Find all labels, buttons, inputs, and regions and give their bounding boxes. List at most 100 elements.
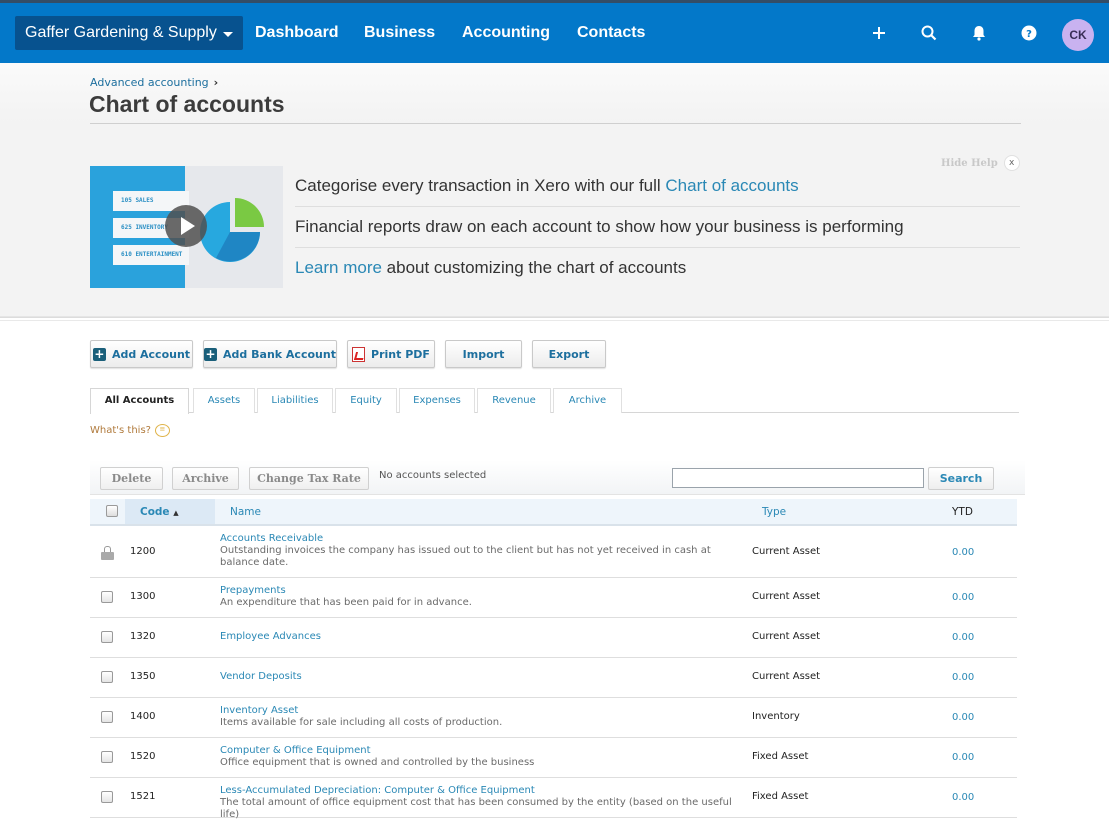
column-header-ytd[interactable]: YTD [952, 499, 973, 524]
account-ytd[interactable]: 0.00 [952, 672, 974, 683]
account-type: Current Asset [752, 631, 821, 642]
account-ytd[interactable]: 0.00 [952, 632, 974, 643]
table-row[interactable]: 1350 Vendor Deposits Current Asset 0.00 [90, 658, 1017, 698]
table-row[interactable]: 1520 Computer & Office Equipment Office eq… [90, 738, 1017, 778]
account-ytd[interactable]: 0.00 [952, 547, 974, 558]
print-pdf-button[interactable]: Print PDF [347, 340, 435, 368]
chart-of-accounts-link[interactable]: Chart of accounts [665, 176, 798, 195]
search-icon[interactable] [917, 21, 941, 45]
pdf-icon [352, 346, 366, 362]
account-name-link[interactable]: Computer & Office Equipment [220, 745, 740, 757]
column-header-name[interactable]: Name [230, 499, 261, 524]
help-video-thumbnail[interactable]: 105 SALES 625 INVENTORY 610 ENTERTAINMEN… [90, 166, 283, 288]
row-checkbox[interactable] [101, 791, 113, 803]
tab-all-accounts[interactable]: All Accounts [90, 388, 189, 414]
delete-button[interactable]: Delete [100, 467, 163, 490]
column-header-code[interactable]: Code ▲ [125, 499, 215, 524]
account-name-link[interactable]: Prepayments [220, 585, 740, 597]
nav-contacts[interactable]: Contacts [577, 3, 645, 63]
account-description: Outstanding invoices the company has iss… [220, 545, 711, 568]
row-checkbox[interactable] [101, 711, 113, 723]
table-row[interactable]: 1300 Prepayments An expenditure that has b… [90, 578, 1017, 618]
tab-equity[interactable]: Equity [335, 388, 397, 413]
video-row-label: 610 ENTERTAINMENT [113, 245, 189, 265]
search-button[interactable]: Search [928, 467, 994, 490]
nav-dashboard[interactable]: Dashboard [255, 3, 339, 63]
help-line-2: Financial reports draw on each account t… [295, 207, 1020, 248]
tab-expenses[interactable]: Expenses [399, 388, 475, 413]
plus-square-icon: + [92, 346, 106, 361]
account-ytd[interactable]: 0.00 [952, 792, 974, 803]
bell-icon[interactable] [967, 21, 991, 45]
whats-this-link[interactable]: What's this? ≡ [90, 424, 170, 437]
search-input[interactable] [672, 468, 924, 488]
table-row[interactable]: 1521 Less-Accumulated Depreciation: Compu… [90, 778, 1017, 821]
account-description: The total amount of office equipment cos… [220, 797, 732, 820]
help-line-3-text: about customizing the chart of accounts [381, 258, 687, 277]
lock-icon [101, 546, 114, 560]
caret-down-icon [222, 31, 233, 37]
account-name-link[interactable]: Employee Advances [220, 631, 740, 643]
add-account-button[interactable]: + Add Account [90, 340, 193, 368]
table-row[interactable]: 1400 Inventory Asset Items available for s… [90, 698, 1017, 738]
play-icon[interactable] [165, 205, 207, 247]
table-row[interactable]: 1200 Accounts Receivable Outstanding invoi… [90, 528, 1017, 578]
page-header: Advanced accounting › Chart of accounts … [0, 63, 1109, 321]
tab-revenue[interactable]: Revenue [477, 388, 551, 413]
svg-text:?: ? [1026, 29, 1032, 40]
account-ytd[interactable]: 0.00 [952, 752, 974, 763]
account-name-link[interactable]: Accounts Receivable [220, 533, 740, 545]
account-name-link[interactable]: Less-Accumulated Depreciation: Computer … [220, 785, 740, 797]
tab-assets[interactable]: Assets [193, 388, 255, 413]
account-type: Fixed Asset [752, 791, 809, 802]
row-checkbox[interactable] [101, 591, 113, 603]
selection-status: No accounts selected [379, 470, 487, 481]
pie-chart-icon [200, 198, 264, 262]
page-title: Chart of accounts [89, 91, 285, 117]
account-name-cell: Inventory Asset Items available for sale … [220, 705, 740, 729]
close-icon[interactable]: x [1003, 155, 1020, 171]
row-checkbox[interactable] [101, 631, 113, 643]
tab-liabilities[interactable]: Liabilities [257, 388, 333, 413]
account-name-cell: Vendor Deposits [220, 671, 740, 683]
table-header: Code ▲ Name Type YTD [90, 499, 1017, 526]
hide-help-button[interactable]: Hide Help x [941, 155, 1020, 171]
account-type: Inventory [752, 711, 800, 722]
add-bank-account-button[interactable]: + Add Bank Account [203, 340, 337, 368]
archive-button[interactable]: Archive [172, 467, 239, 490]
export-button[interactable]: Export [532, 340, 606, 368]
account-name-link[interactable]: Inventory Asset [220, 705, 740, 717]
account-code: 1200 [130, 546, 156, 557]
account-type: Current Asset [752, 591, 821, 602]
import-button[interactable]: Import [445, 340, 522, 368]
column-header-type[interactable]: Type [762, 499, 786, 524]
tab-archive[interactable]: Archive [553, 388, 622, 413]
bulk-action-bar: Delete Archive Change Tax Rate No accoun… [90, 460, 1025, 495]
help-line-3: Learn more about customizing the chart o… [295, 248, 1020, 289]
table-row[interactable]: 1320 Employee Advances Current Asset 0.00 [90, 618, 1017, 658]
select-all-checkbox[interactable] [106, 505, 118, 517]
nav-accounting[interactable]: Accounting [447, 3, 564, 66]
account-description: Items available for sale including all c… [220, 717, 503, 728]
account-type-tabs: All Accounts Assets Liabilities Equity E… [90, 388, 1019, 414]
account-ytd[interactable]: 0.00 [952, 712, 974, 723]
organisation-switcher[interactable]: Gaffer Gardening & Supply [15, 16, 243, 50]
top-nav-bar: Gaffer Gardening & Supply Dashboard Busi… [0, 0, 1109, 66]
row-checkbox[interactable] [101, 671, 113, 683]
nav-business[interactable]: Business [364, 3, 435, 63]
code-header-label: Code [140, 506, 170, 518]
account-ytd[interactable]: 0.00 [952, 592, 974, 603]
account-name-cell: Less-Accumulated Depreciation: Computer … [220, 785, 740, 821]
change-tax-rate-button[interactable]: Change Tax Rate [249, 467, 369, 490]
learn-more-link[interactable]: Learn more [295, 258, 382, 277]
row-checkbox[interactable] [101, 751, 113, 763]
help-icon[interactable]: ? [1017, 21, 1041, 45]
account-name-link[interactable]: Vendor Deposits [220, 671, 740, 683]
hide-help-label: Hide Help [941, 157, 998, 169]
help-text: Categorise every transaction in Xero wit… [295, 166, 1020, 289]
account-name-cell: Employee Advances [220, 631, 740, 643]
breadcrumb-advanced-accounting[interactable]: Advanced accounting [90, 76, 209, 89]
plus-icon[interactable] [867, 21, 891, 45]
account-description: An expenditure that has been paid for in… [220, 597, 472, 608]
user-avatar[interactable]: CK [1062, 19, 1094, 51]
